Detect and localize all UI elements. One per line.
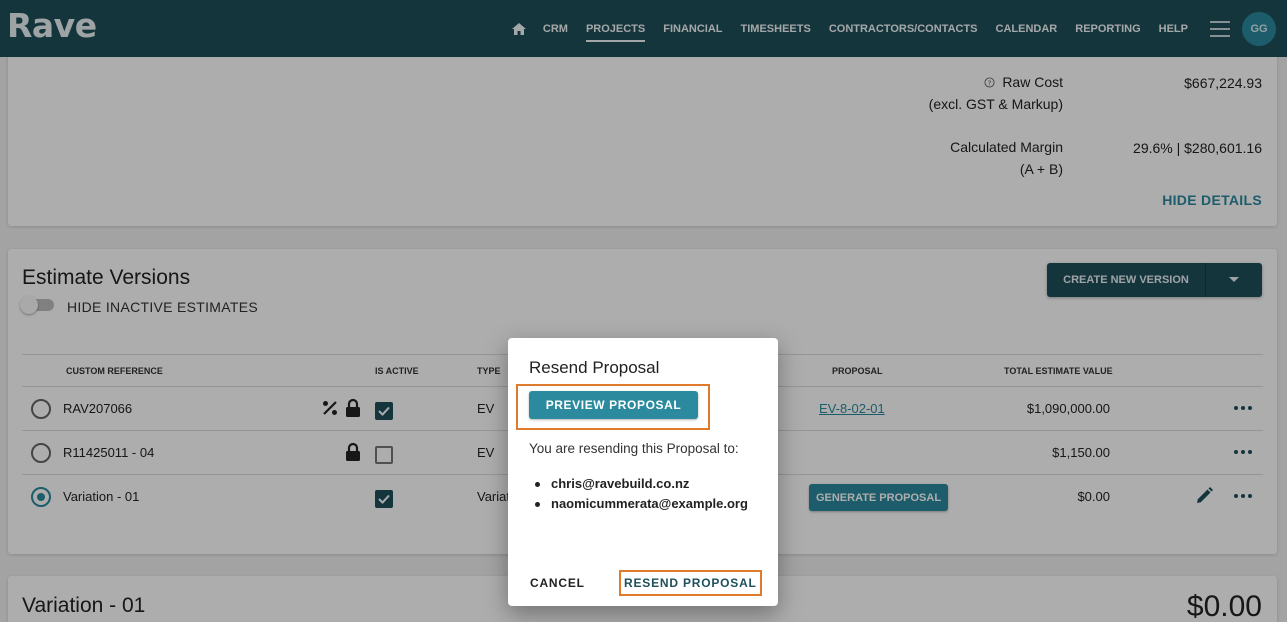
dialog-message: You are resending this Proposal to: [529, 441, 739, 456]
resend-proposal-button[interactable]: RESEND PROPOSAL [624, 576, 757, 590]
resend-proposal-dialog: Resend Proposal PREVIEW PROPOSAL You are… [508, 338, 778, 606]
recipient-email: chris@ravebuild.co.nz [529, 474, 759, 494]
dialog-title: Resend Proposal [529, 358, 660, 377]
recipient-email: naomicummerata@example.org [529, 494, 759, 514]
preview-proposal-button[interactable]: PREVIEW PROPOSAL [529, 391, 698, 419]
recipient-list: chris@ravebuild.co.nz naomicummerata@exa… [529, 474, 759, 514]
cancel-button[interactable]: CANCEL [530, 576, 585, 590]
